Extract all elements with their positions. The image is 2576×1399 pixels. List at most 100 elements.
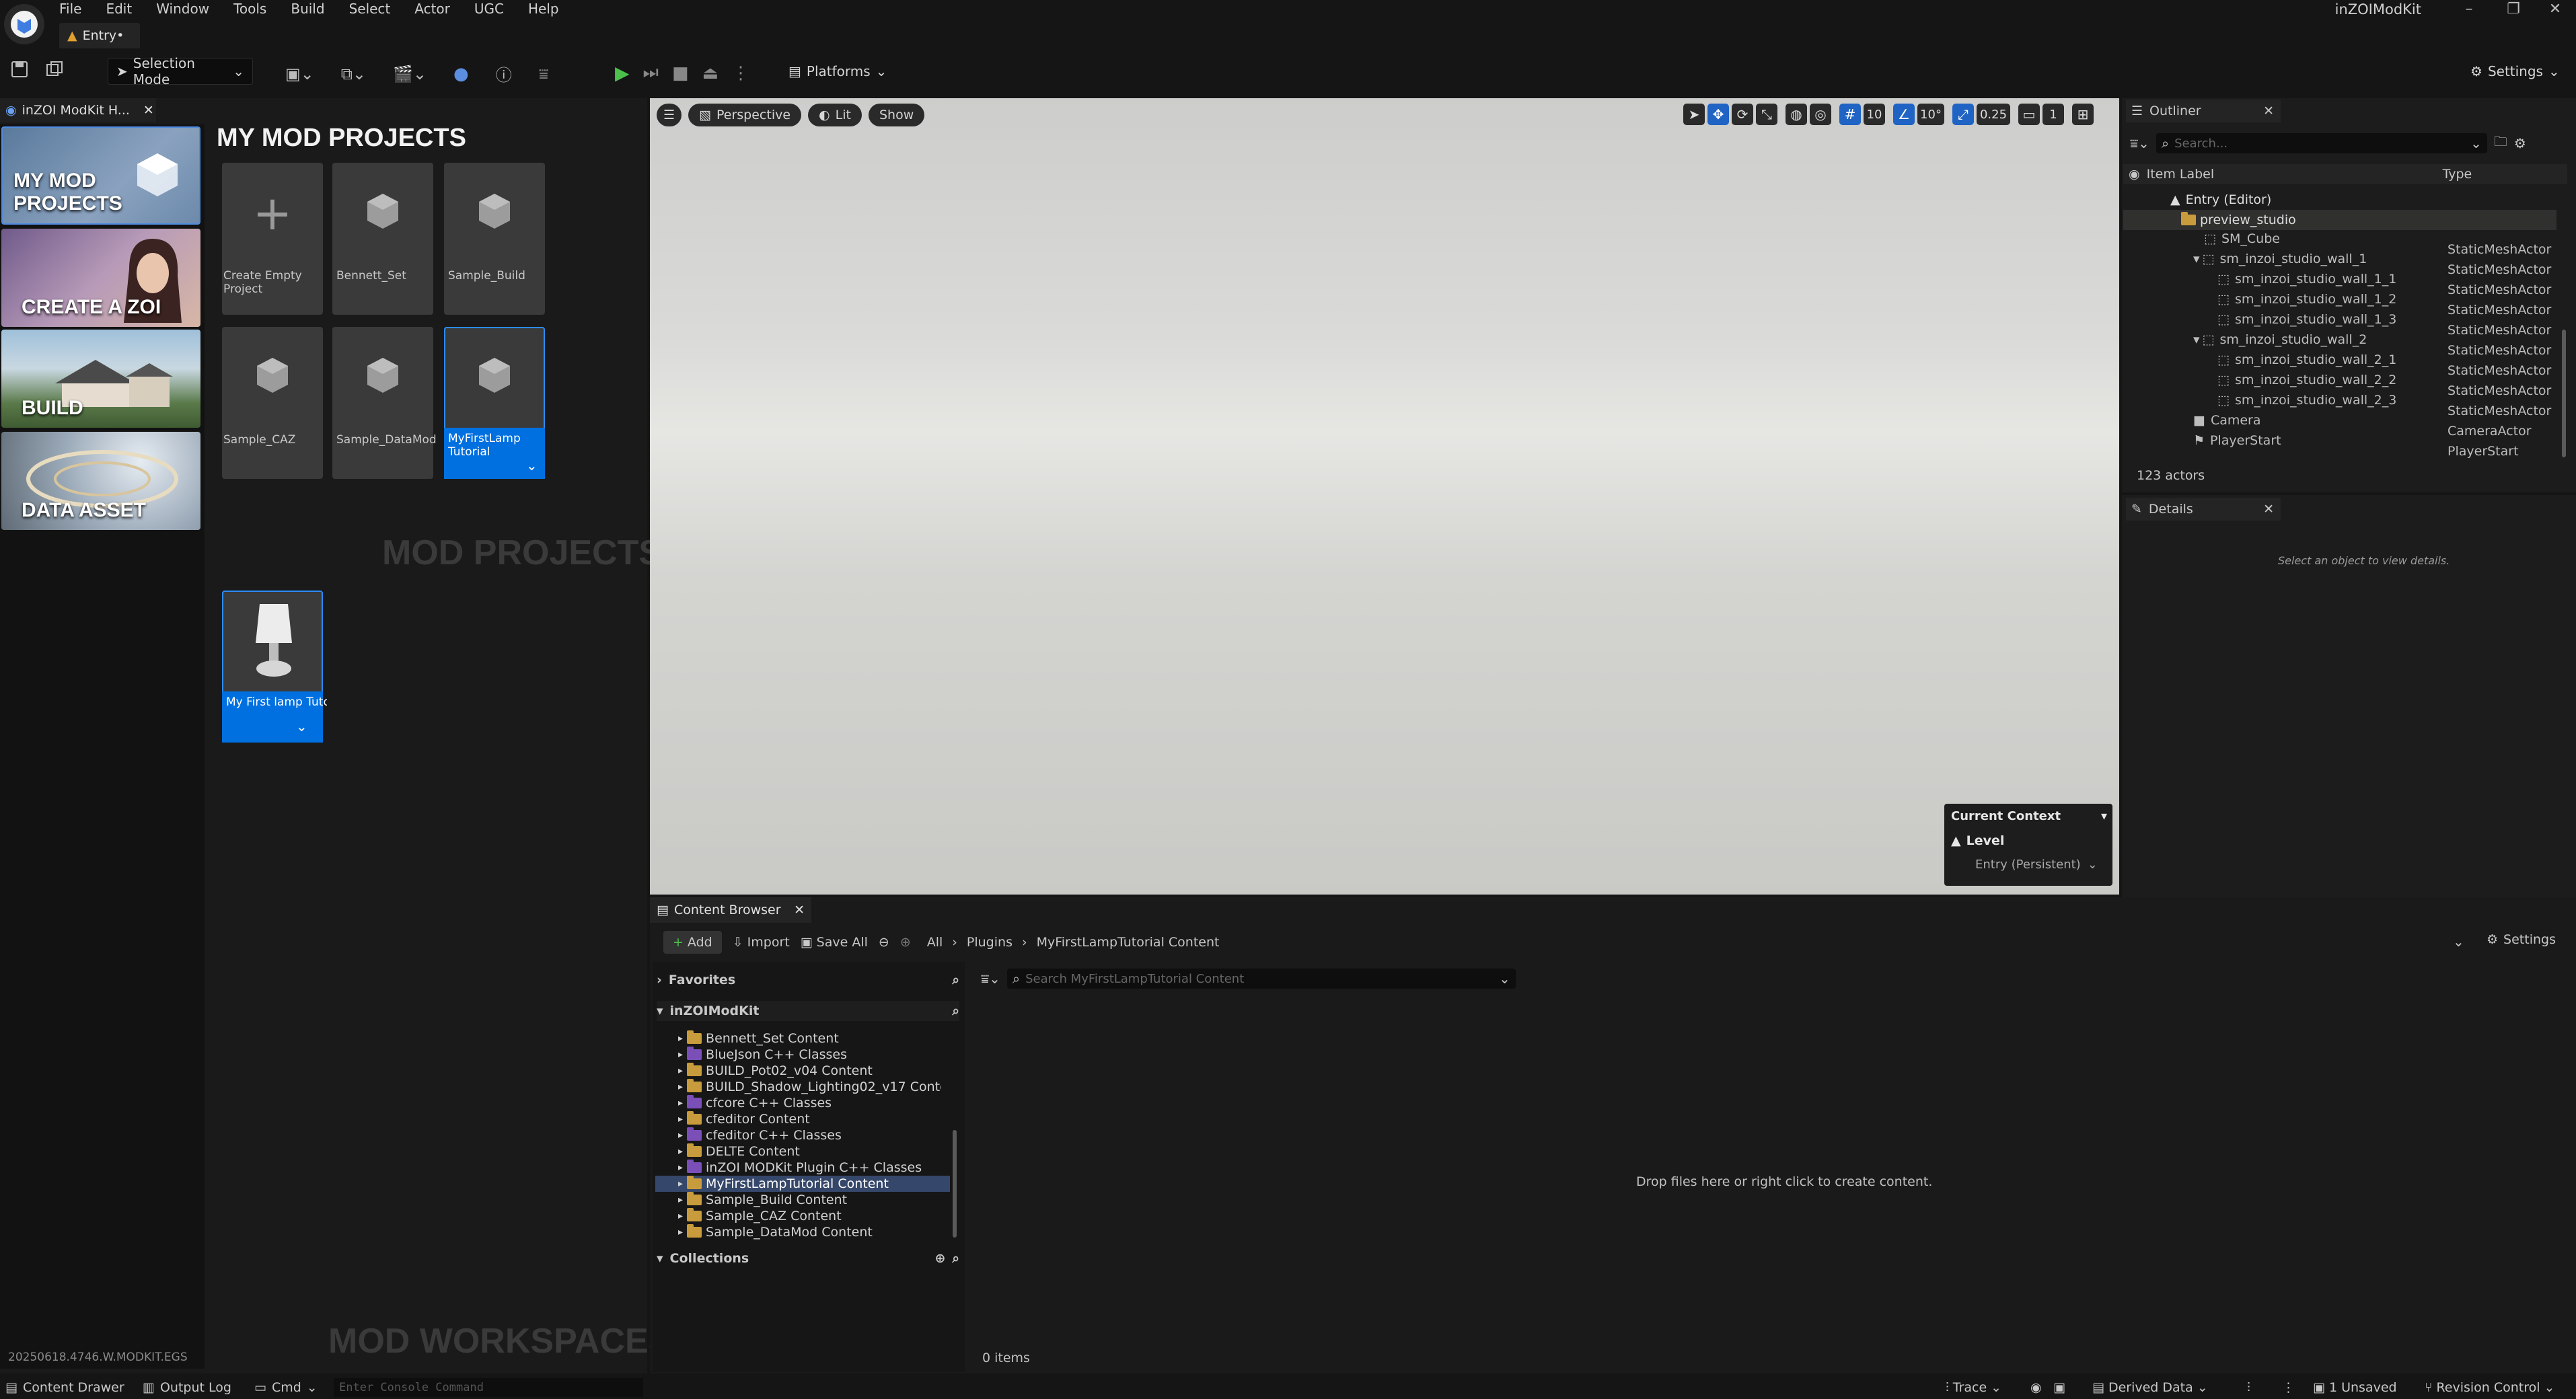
gear-icon[interactable]: ⚙ [2514, 135, 2526, 151]
unsaved-button[interactable]: ▣ 1 Unsaved [2313, 1380, 2397, 1395]
project-tile-sample-build[interactable]: Sample_Build [444, 163, 545, 315]
close-icon[interactable]: ✕ [2263, 502, 2274, 517]
stop-icon[interactable]: ■ [672, 63, 689, 83]
record-icon[interactable]: ◉ [2030, 1380, 2042, 1395]
filter-icon[interactable]: ⩸⌄ [981, 971, 1000, 987]
folder-item[interactable]: ▸ cfcore C++ Classes [678, 1095, 950, 1111]
folder-item[interactable]: ▸ Bennett_Set Content [678, 1030, 950, 1047]
category-build[interactable]: BUILD [1, 330, 200, 428]
save-icon[interactable] [9, 59, 30, 79]
add-folder-icon[interactable]: 🗀 [2494, 132, 2507, 155]
folder-item[interactable]: ▸ Sample_Build Content [678, 1192, 950, 1208]
level-viewport[interactable] [650, 98, 2119, 895]
select-tool-icon[interactable]: ➤ [1683, 104, 1705, 125]
add-collection-icon[interactable]: ⊕ [934, 1251, 945, 1266]
forward-icon[interactable]: ⊕ [900, 935, 911, 950]
content-drawer-button[interactable]: ▤ Content Drawer [5, 1380, 124, 1395]
folder-item[interactable]: ▸ BlueJson C++ Classes [678, 1047, 950, 1063]
menu-ugc[interactable]: UGC [474, 1, 504, 17]
save-all-button[interactable]: ▣ Save All [801, 935, 868, 950]
more-options-icon[interactable]: ⋮ [2282, 1380, 2295, 1395]
search-icon[interactable]: ⌕ [952, 1004, 959, 1018]
collections-header[interactable]: ▾ Collections ⊕ ⌕ [657, 1248, 959, 1269]
project-tile-sample-caz[interactable]: Sample_CAZ [222, 327, 323, 479]
add-actor-icon[interactable]: ▣⌄ [285, 65, 314, 83]
project-tile-myfirstlamp-tutorial[interactable]: MyFirstLamp Tutorial ⌄ [444, 327, 545, 479]
folder-item[interactable]: ▸ BUILD_Pot02_v04 Content [678, 1063, 950, 1079]
level-tab-entry[interactable]: ▲ Entry• [59, 23, 140, 48]
filter-icon[interactable]: ⩸ [539, 65, 549, 83]
project-tile-bennett-set[interactable]: Bennett_Set [332, 163, 433, 315]
expand-arrow-icon[interactable]: ▾ [2193, 332, 2200, 347]
rotation-snap-value[interactable]: 10° [1917, 104, 1944, 125]
category-my-mod-projects[interactable]: MY MOD PROJECTS [1, 126, 200, 225]
console-input[interactable]: Enter Console Command [334, 1378, 643, 1397]
outliner-scrollbar[interactable] [2562, 330, 2566, 457]
add-button[interactable]: + Add [663, 931, 722, 954]
lit-button[interactable]: ◐ Lit [808, 104, 862, 126]
folder-item[interactable]: ▸ BUILD_Shadow_Lighting02_v17 Content [678, 1079, 950, 1095]
menu-tools[interactable]: Tools [233, 1, 266, 17]
folder-item-selected[interactable]: ▸ MyFirstLampTutorial Content [655, 1176, 950, 1192]
step-icon[interactable]: ⏭ [643, 63, 659, 83]
translate-tool-icon[interactable]: ✥ [1707, 104, 1729, 125]
cmd-dropdown[interactable]: ▭ Cmd ⌄ [254, 1380, 318, 1395]
cb-settings-button[interactable]: ⚙ Settings [2487, 932, 2556, 947]
more-options-icon[interactable]: ⋮ [732, 63, 749, 83]
play-icon[interactable]: ▶ [615, 62, 630, 84]
menu-select[interactable]: Select [349, 1, 391, 17]
scale-tool-icon[interactable]: ⤡ [1756, 104, 1777, 125]
project-tile-create-empty[interactable]: + Create Empty Project [222, 163, 323, 315]
folder-item[interactable]: ▸ DELTE Content [678, 1143, 950, 1160]
chevron-down-icon[interactable]: ⌄ [296, 718, 307, 734]
scale-snap-value[interactable]: 0.25 [1977, 104, 2010, 125]
menu-actor[interactable]: Actor [414, 1, 450, 17]
back-icon[interactable]: ⊖ [879, 935, 889, 950]
output-log-button[interactable]: ▥ Output Log [143, 1380, 231, 1395]
grid-snap-value[interactable]: 10 [1864, 104, 1885, 125]
help-icon[interactable]: ⓘ [496, 62, 512, 85]
outliner-search-input[interactable]: ⌕ Search... ⌄ [2156, 133, 2487, 153]
blueprint-icon[interactable]: ⧉⌄ [341, 65, 366, 83]
outliner-row-entry[interactable]: ▲ Entry (Editor) [2123, 190, 2556, 210]
breadcrumb-all[interactable]: All [927, 935, 943, 950]
restore-button[interactable]: ❐ [2493, 0, 2534, 20]
import-button[interactable]: ⇩ Import [733, 935, 790, 950]
app-logo[interactable] [4, 4, 44, 44]
chevron-down-icon[interactable]: ⌄ [526, 457, 538, 474]
scale-snap-icon[interactable]: ⤢ [1952, 104, 1974, 125]
rotate-tool-icon[interactable]: ⟳ [1732, 104, 1753, 125]
column-item-label[interactable]: Item Label [2147, 167, 2443, 182]
breadcrumb-current[interactable]: MyFirstLampTutorial Content [1037, 935, 1220, 950]
menu-edit[interactable]: Edit [106, 1, 132, 17]
derived-data-dropdown[interactable]: ▤ Derived Data ⌄ [2092, 1380, 2208, 1395]
expand-arrow-icon[interactable]: ▾ [2193, 252, 2200, 266]
menu-help[interactable]: Help [528, 1, 559, 17]
menu-file[interactable]: File [59, 1, 81, 17]
layout-icon[interactable]: ⊞ [2072, 104, 2094, 125]
category-data-asset[interactable]: DATA ASSET [1, 432, 200, 530]
project-tile-sample-datamod[interactable]: Sample_DataMod [332, 327, 437, 479]
tab-outliner[interactable]: ☰ Outliner ✕ [2126, 100, 2281, 122]
filter-icon[interactable]: ⩸⌄ [2130, 135, 2149, 151]
folder-tree-scrollbar[interactable] [953, 1130, 957, 1238]
close-icon[interactable]: ✕ [143, 103, 154, 118]
chevron-down-icon[interactable]: ▾ [2101, 809, 2107, 823]
selection-mode-dropdown[interactable]: ➤ Selection Mode ⌄ [108, 55, 253, 87]
root-header[interactable]: ▾ inZOIModKit ⌕ [657, 1001, 959, 1021]
close-window-button[interactable]: ✕ [2535, 0, 2575, 20]
outliner-row-preview-studio[interactable]: preview_studio [2123, 210, 2556, 230]
screenshot-icon[interactable]: ▣ [2053, 1380, 2065, 1395]
grid-snap-icon[interactable]: # [1839, 104, 1861, 125]
tab-details[interactable]: ✎ Details ✕ [2126, 498, 2281, 521]
minimize-button[interactable]: – [2449, 0, 2489, 20]
cinematics-icon[interactable]: 🎬⌄ [393, 65, 427, 83]
workspace-item-my-first-lamp[interactable]: My First lamp Tuto ⌄ [222, 591, 327, 743]
browse-icon[interactable] [44, 59, 65, 79]
close-icon[interactable]: ✕ [794, 903, 805, 917]
folder-item[interactable]: ▸ Sample_CAZ Content [678, 1208, 950, 1224]
eject-icon[interactable]: ⏏ [702, 63, 719, 83]
search-icon[interactable]: ⌕ [952, 1251, 959, 1266]
inzoi-icon[interactable]: ● [453, 64, 469, 84]
camera-speed-icon[interactable]: ▭ [2018, 104, 2040, 125]
